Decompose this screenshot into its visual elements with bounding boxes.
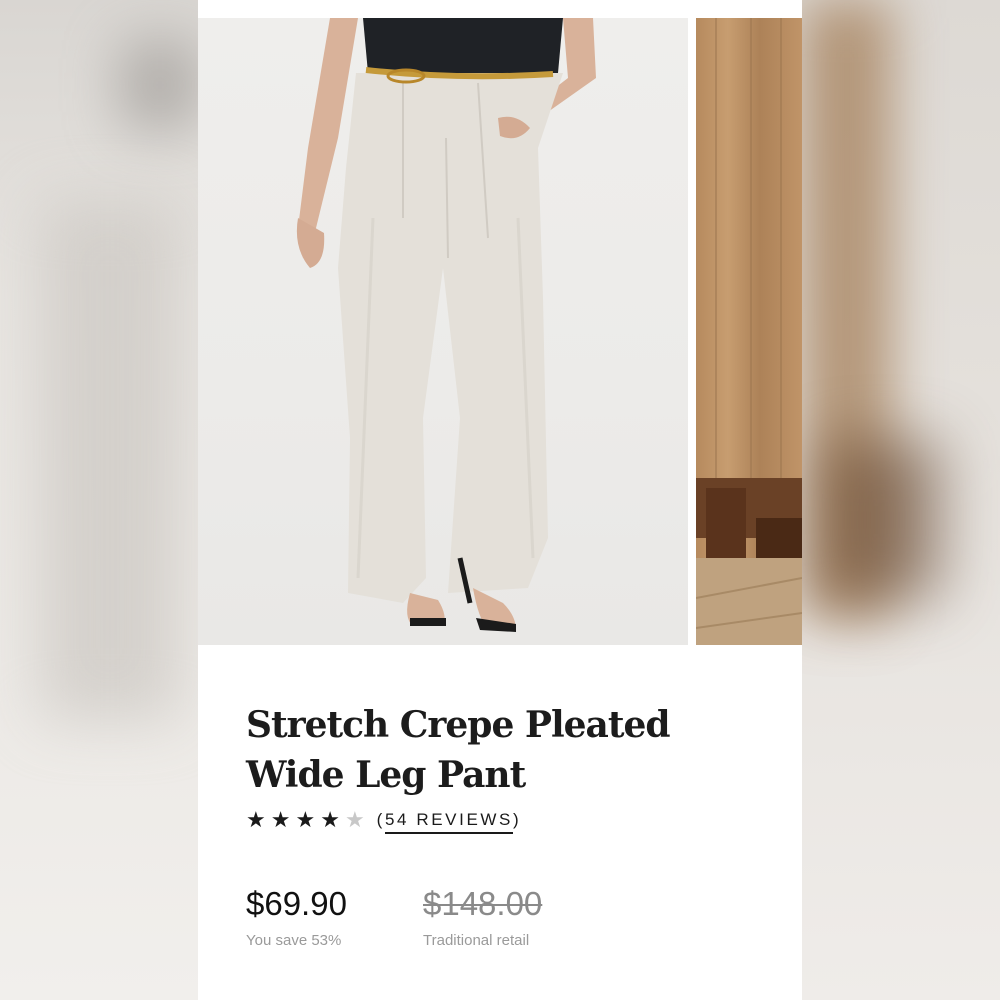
rating-row: ★ ★ ★ ★ ★ (54 REVIEWS) (246, 806, 766, 834)
product-photo-model[interactable] (198, 18, 688, 645)
star-filled-icon: ★ (270, 807, 291, 832)
product-title: Stretch Crepe Pleated Wide Leg Pant (246, 704, 671, 796)
model-illustration (296, 18, 596, 632)
product-photo-lifestyle[interactable] (696, 18, 802, 645)
star-filled-icon: ★ (295, 807, 316, 832)
image-gallery[interactable] (198, 18, 802, 645)
wood-interior-illustration (696, 18, 802, 645)
backdrop-left (0, 0, 200, 1000)
savings-text: You save 53% (246, 932, 342, 949)
sale-price: $69.90 (246, 885, 347, 922)
star-filled-icon: ★ (320, 807, 340, 832)
retail-label: Traditional retail (423, 932, 530, 949)
retail-price: $148.00 (423, 885, 543, 922)
star-rating: ★ ★ ★ ★ ★ (246, 809, 365, 831)
reviews-count[interactable]: 54 REVIEWS (384, 810, 513, 834)
retail-price-block: $148.00 Traditional retail (423, 884, 542, 949)
product-info: Stretch Crepe Pleated Wide Leg Pant ★ ★ … (246, 700, 766, 834)
backdrop-right (802, 0, 1000, 1000)
sale-price-block: $69.90 You save 53% (246, 884, 347, 949)
star-filled-icon: ★ (246, 807, 266, 832)
product-card: Stretch Crepe Pleated Wide Leg Pant ★ ★ … (198, 0, 802, 1000)
reviews-link[interactable]: (54 REVIEWS) (377, 810, 522, 834)
star-empty-icon: ★ (344, 807, 365, 832)
